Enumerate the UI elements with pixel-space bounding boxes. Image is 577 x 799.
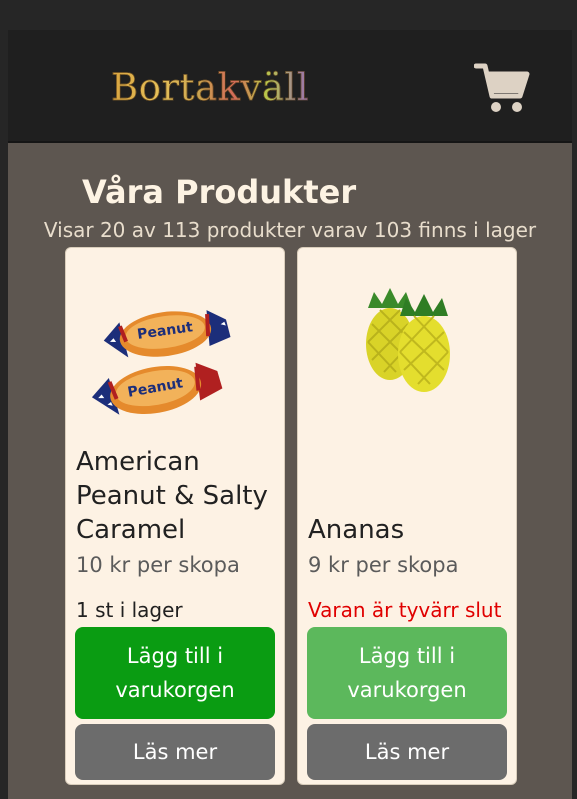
page-title: Våra Produkter bbox=[82, 173, 357, 211]
site-header: Bortakväll bbox=[8, 30, 572, 143]
product-count-text: Visar 20 av 113 produkter varav 103 finn… bbox=[43, 218, 537, 242]
stock-status: 1 st i lager bbox=[76, 598, 183, 622]
product-name[interactable]: Ananas bbox=[308, 513, 513, 547]
product-card: Peanut Peanut American Peanut & Salty Ca… bbox=[65, 247, 285, 785]
pineapple-candy-image[interactable] bbox=[298, 268, 518, 448]
add-to-cart-button[interactable]: Lägg till i varukorgen bbox=[307, 627, 507, 719]
product-price: 9 kr per skopa bbox=[308, 553, 459, 577]
app-frame: Bortakväll Våra Produkter Visar 20 av 11… bbox=[8, 30, 572, 799]
read-more-button[interactable]: Läs mer bbox=[75, 724, 275, 780]
add-to-cart-button[interactable]: Lägg till i varukorgen bbox=[75, 627, 275, 719]
product-price: 10 kr per skopa bbox=[76, 553, 240, 577]
wrapped-candy-image[interactable]: Peanut Peanut bbox=[66, 268, 286, 448]
site-logo[interactable]: Bortakväll bbox=[111, 66, 309, 110]
shopping-cart-icon[interactable] bbox=[474, 62, 530, 114]
product-card: Ananas 9 kr per skopa Varan är tyvärr sl… bbox=[297, 247, 517, 785]
product-name[interactable]: American Peanut & Salty Caramel bbox=[76, 445, 281, 547]
stock-status: Varan är tyvärr slut bbox=[308, 598, 502, 622]
read-more-button[interactable]: Läs mer bbox=[307, 724, 507, 780]
